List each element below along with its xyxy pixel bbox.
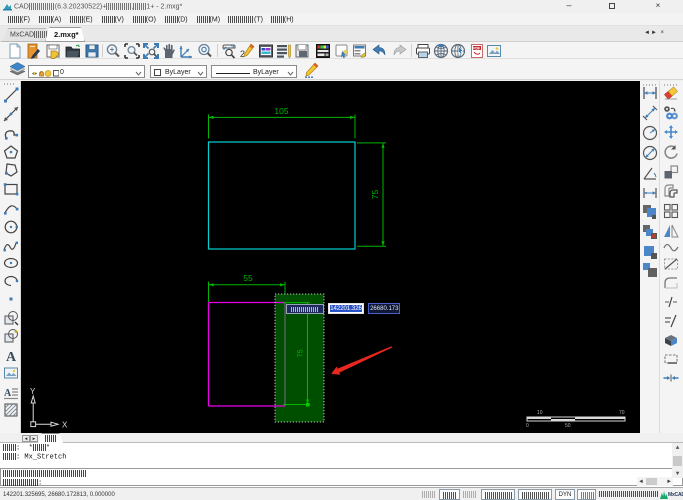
svg-text:75: 75	[370, 190, 380, 200]
svg-text:A: A	[6, 350, 17, 363]
svg-text:75: 75	[296, 349, 305, 357]
svg-text:55: 55	[243, 273, 253, 283]
svg-text:10: 10	[537, 410, 543, 416]
svg-text:X: X	[62, 421, 68, 430]
svg-text:Y: Y	[30, 387, 36, 396]
svg-text:0: 0	[526, 423, 529, 429]
svg-text:2: 2	[240, 49, 245, 59]
svg-text:50: 50	[565, 423, 571, 429]
svg-text:105: 105	[274, 106, 288, 116]
svg-text:A: A	[4, 388, 12, 399]
svg-text:PDF: PDF	[473, 46, 481, 50]
svg-text:70: 70	[619, 410, 625, 416]
